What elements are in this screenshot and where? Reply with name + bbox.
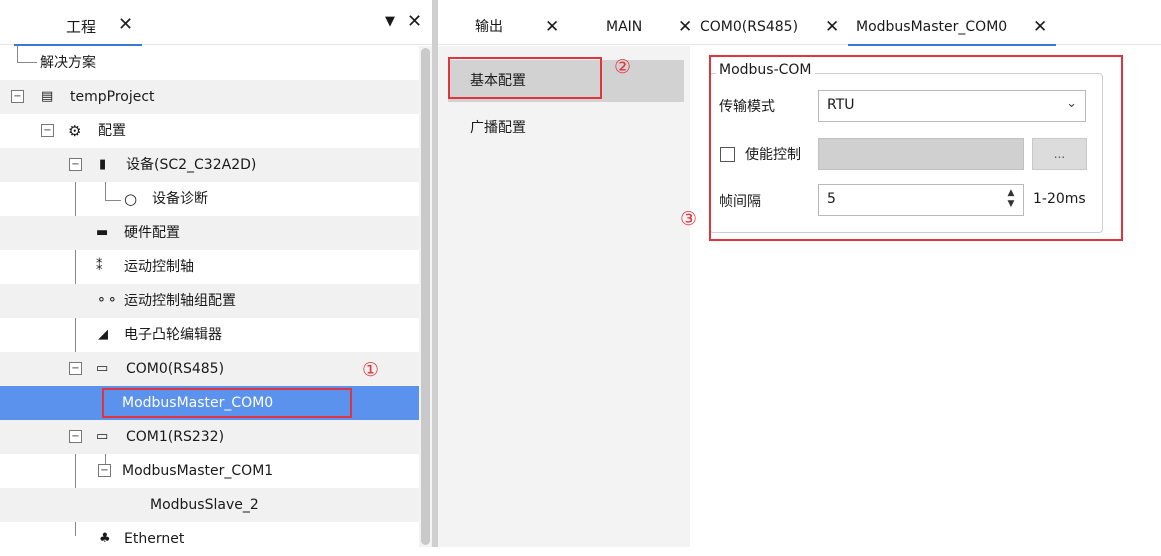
- tab-com0[interactable]: COM0(RS485): [700, 10, 798, 44]
- project-tabbar: 工程 ✕ ▼ ✕: [0, 0, 432, 46]
- collapse-icon[interactable]: −: [69, 158, 82, 171]
- collapse-icon[interactable]: −: [98, 464, 111, 477]
- serial-port-icon: ▭: [96, 429, 109, 444]
- tree-item-label: tempProject: [70, 89, 155, 105]
- annotation-2: ②: [614, 56, 632, 78]
- nav-item-label: 广播配置: [470, 120, 526, 136]
- tree-item-cam-editor[interactable]: ◢ 电子凸轮编辑器: [0, 318, 432, 352]
- hardware-icon: ▬: [96, 225, 109, 240]
- tree-item-label: ModbusMaster_COM1: [122, 463, 274, 479]
- serial-port-icon: ▭: [96, 361, 109, 376]
- dropdown-arrow-icon[interactable]: ▼: [385, 14, 395, 29]
- tree-item-label: 配置: [98, 123, 126, 139]
- tree-item-hardware[interactable]: ▬ 硬件配置: [0, 216, 432, 250]
- axis-group-icon: ⚬⚬: [96, 293, 118, 308]
- close-icon[interactable]: ✕: [545, 10, 559, 44]
- close-icon[interactable]: ✕: [825, 10, 839, 44]
- tab-project-label: 工程: [66, 18, 97, 36]
- gear-icon: ⚙: [68, 122, 82, 140]
- tree-item-modbus-master-com1[interactable]: − ModbusMaster_COM1: [0, 454, 432, 488]
- project-panel: 工程 ✕ ▼ ✕ 解决方案 − ▤ tempProject − ⚙ 配置 − ▮…: [0, 0, 432, 547]
- close-icon[interactable]: ✕: [678, 10, 692, 44]
- collapse-icon[interactable]: −: [69, 430, 82, 443]
- tree-item-label: 运动控制轴: [124, 259, 194, 275]
- scrollbar-thumb[interactable]: [421, 48, 430, 545]
- tree-item-modbus-slave-2[interactable]: ModbusSlave_2: [0, 488, 432, 522]
- close-icon[interactable]: ✕: [118, 14, 133, 35]
- close-icon[interactable]: ✕: [1033, 10, 1047, 44]
- tab-project[interactable]: 工程 ✕: [14, 10, 142, 46]
- tree-item-config[interactable]: − ⚙ 配置: [0, 114, 432, 148]
- tree-item-label: Ethernet: [124, 531, 185, 547]
- tree-item-label: 设备诊断: [152, 191, 208, 207]
- tree-item-label: ModbusSlave_2: [150, 497, 259, 513]
- highlight-box-1: [102, 388, 352, 418]
- highlight-box-2: [448, 57, 602, 99]
- tab-modbus-master-com0-label: ModbusMaster_COM0: [856, 19, 1008, 35]
- tree-item-com1[interactable]: − ▭ COM1(RS232): [0, 420, 432, 454]
- cam-icon: ◢: [98, 327, 108, 342]
- tab-main[interactable]: MAIN: [606, 10, 642, 44]
- tree-item-label: COM0(RS485): [126, 361, 225, 377]
- collapse-icon[interactable]: −: [11, 90, 24, 103]
- tree-item-label: COM1(RS232): [126, 429, 225, 445]
- annotation-1: ①: [362, 359, 380, 381]
- tree-scrollbar[interactable]: [419, 46, 432, 547]
- tree-item-label: 解决方案: [40, 55, 96, 71]
- tab-output[interactable]: 输出: [475, 10, 503, 44]
- tree-item-solution[interactable]: 解决方案: [0, 46, 432, 80]
- tree-item-project[interactable]: − ▤ tempProject: [0, 80, 432, 114]
- axis-icon: ⁑: [96, 259, 103, 274]
- tree-item-device[interactable]: − ▮ 设备(SC2_C32A2D): [0, 148, 432, 182]
- collapse-icon[interactable]: −: [41, 124, 54, 137]
- tree-item-label: 运动控制轴组配置: [124, 293, 236, 309]
- tree-item-motion-group[interactable]: ⚬⚬ 运动控制轴组配置: [0, 284, 432, 318]
- annotation-3: ③: [680, 208, 698, 230]
- tree-item-motion-axis[interactable]: ⁑ 运动控制轴: [0, 250, 432, 284]
- tree-item-diagnosis[interactable]: ○ 设备诊断: [0, 182, 432, 216]
- search-icon: ○: [124, 190, 138, 208]
- file-icon: ▤: [41, 89, 54, 104]
- highlight-box-3: [709, 55, 1123, 241]
- tree-item-label: 电子凸轮编辑器: [124, 327, 222, 343]
- tree-item-ethernet[interactable]: ♣ Ethernet: [0, 522, 432, 556]
- tree-item-label: 硬件配置: [124, 225, 180, 241]
- network-icon: ♣: [99, 531, 111, 546]
- panel-close-icon[interactable]: ✕: [407, 11, 422, 32]
- tree-item-label: 设备(SC2_C32A2D): [126, 157, 257, 173]
- nav-item-broadcast-config[interactable]: 广播配置: [448, 110, 684, 146]
- plc-device-icon: ▮: [99, 157, 107, 172]
- collapse-icon[interactable]: −: [69, 362, 82, 375]
